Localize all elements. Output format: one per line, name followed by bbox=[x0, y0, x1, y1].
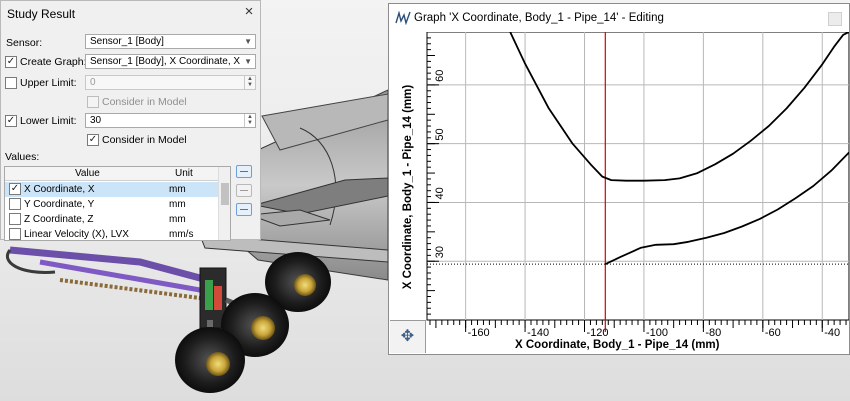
row-value-name: Z Coordinate, Z bbox=[24, 214, 94, 225]
study-result-panel: Study Result × Sensor: Sensor_1 [Body] ▼… bbox=[0, 0, 261, 241]
table-row[interactable]: ✓ X Coordinate, X mm bbox=[5, 182, 218, 197]
row-checkbox[interactable]: ✓ bbox=[9, 183, 21, 195]
table-row[interactable]: Y Coordinate, Y mm bbox=[5, 197, 218, 212]
x-tick-label: -80 bbox=[705, 327, 721, 339]
landing-gear-wheels bbox=[175, 252, 331, 393]
sensor-dropdown-value: Sensor_1 [Body] bbox=[90, 36, 164, 47]
y-axis-title-area: X Coordinate, Body_1 - Pipe_14 (mm) bbox=[390, 55, 426, 320]
values-table: Value Unit ✓ X Coordinate, Xmm Y Coordinat… bbox=[4, 166, 231, 241]
chevron-down-icon: ▼ bbox=[244, 57, 252, 66]
x-tick-label: -140 bbox=[527, 327, 549, 339]
sensor-label: Sensor: bbox=[6, 37, 43, 49]
plot-area bbox=[426, 32, 849, 321]
lower-consider-label: Consider in Model bbox=[102, 134, 187, 146]
lower-limit-input[interactable]: 30 ▲ ▼ bbox=[85, 113, 256, 128]
move-icon[interactable]: ✥ bbox=[390, 320, 426, 353]
lower-consider-checkbox[interactable]: ✓ bbox=[87, 134, 99, 146]
column-header-unit[interactable]: Unit bbox=[175, 167, 193, 181]
values-scrollbar[interactable] bbox=[218, 167, 230, 240]
spinner-arrows-icon[interactable]: ▲ ▼ bbox=[244, 114, 255, 127]
row-unit: mm bbox=[169, 184, 186, 195]
table-row[interactable]: Linear Velocity (X), LVX mm/s bbox=[5, 227, 218, 240]
x-axis-title: X Coordinate, Body_1 - Pipe_14 (mm) bbox=[515, 339, 720, 351]
upper-consider-label: Consider in Model bbox=[102, 96, 187, 108]
window-button-icon[interactable] bbox=[828, 12, 842, 26]
row-checkbox[interactable] bbox=[9, 213, 21, 225]
upper-limit-label: Upper Limit: bbox=[20, 77, 77, 89]
show-graph-icon[interactable] bbox=[236, 165, 252, 178]
row-checkbox[interactable] bbox=[9, 228, 21, 240]
upper-limit-input[interactable]: 0 ▲ ▼ bbox=[85, 75, 256, 90]
lower-limit-checkbox[interactable]: ✓ bbox=[5, 115, 17, 127]
close-icon[interactable]: × bbox=[241, 4, 257, 20]
lower-limit-label: Lower Limit: bbox=[20, 115, 77, 127]
y-tick-label: 50 bbox=[434, 128, 446, 140]
graph-title: Graph 'X Coordinate, Body_1 - Pipe_14' -… bbox=[414, 12, 664, 24]
y-tick-label: 30 bbox=[434, 246, 446, 258]
values-table-header: Value Unit bbox=[5, 167, 218, 181]
upper-consider-checkbox[interactable] bbox=[87, 96, 99, 108]
row-unit: mm bbox=[169, 214, 186, 225]
x-tick-label: -100 bbox=[646, 327, 668, 339]
upper-limit-value: 0 bbox=[90, 77, 96, 88]
row-value-name: X Coordinate, X bbox=[24, 184, 95, 195]
list-view-icon[interactable] bbox=[236, 203, 252, 216]
sensor-dropdown[interactable]: Sensor_1 [Body] ▼ bbox=[85, 34, 256, 49]
row-checkbox[interactable] bbox=[9, 198, 21, 210]
graph-icon bbox=[395, 11, 411, 25]
create-graph-dropdown[interactable]: Sensor_1 [Body], X Coordinate, X ▼ bbox=[85, 54, 256, 69]
upper-limit-checkbox[interactable] bbox=[5, 77, 17, 89]
x-tick-label: -40 bbox=[824, 327, 840, 339]
y-tick-label: 60 bbox=[434, 70, 446, 82]
row-unit: mm bbox=[169, 199, 186, 210]
spinner-arrows-icon[interactable]: ▲ ▼ bbox=[244, 76, 255, 89]
graph-window: Graph 'X Coordinate, Body_1 - Pipe_14' -… bbox=[388, 3, 850, 355]
x-tick-label: -160 bbox=[468, 327, 490, 339]
row-unit: mm/s bbox=[169, 229, 194, 240]
table-row[interactable]: Z Coordinate, Z mm bbox=[5, 212, 218, 227]
x-tick-label: -60 bbox=[765, 327, 781, 339]
create-graph-label: Create Graph: bbox=[20, 56, 87, 68]
table-view-icon[interactable] bbox=[236, 184, 252, 197]
scrollbar-thumb[interactable] bbox=[221, 183, 229, 205]
create-graph-checkbox[interactable]: ✓ bbox=[5, 56, 17, 68]
panel-title: Study Result bbox=[7, 7, 76, 21]
row-value-name: Y Coordinate, Y bbox=[24, 199, 95, 210]
row-value-name: Linear Velocity (X), LVX bbox=[24, 229, 129, 240]
create-graph-dropdown-value: Sensor_1 [Body], X Coordinate, X bbox=[90, 56, 241, 67]
values-label: Values: bbox=[5, 151, 40, 163]
lower-limit-value: 30 bbox=[90, 115, 102, 126]
y-axis-title: X Coordinate, Body_1 - Pipe_14 (mm) bbox=[402, 84, 414, 290]
y-tick-label: 40 bbox=[434, 187, 446, 199]
chevron-down-icon: ▼ bbox=[244, 37, 252, 46]
graph-plot[interactable]: -160 -140 -120 -100 -80 -60 -4030405060 bbox=[389, 32, 849, 354]
graph-title-bar[interactable]: Graph 'X Coordinate, Body_1 - Pipe_14' -… bbox=[389, 4, 849, 32]
column-header-value[interactable]: Value bbox=[75, 167, 100, 181]
